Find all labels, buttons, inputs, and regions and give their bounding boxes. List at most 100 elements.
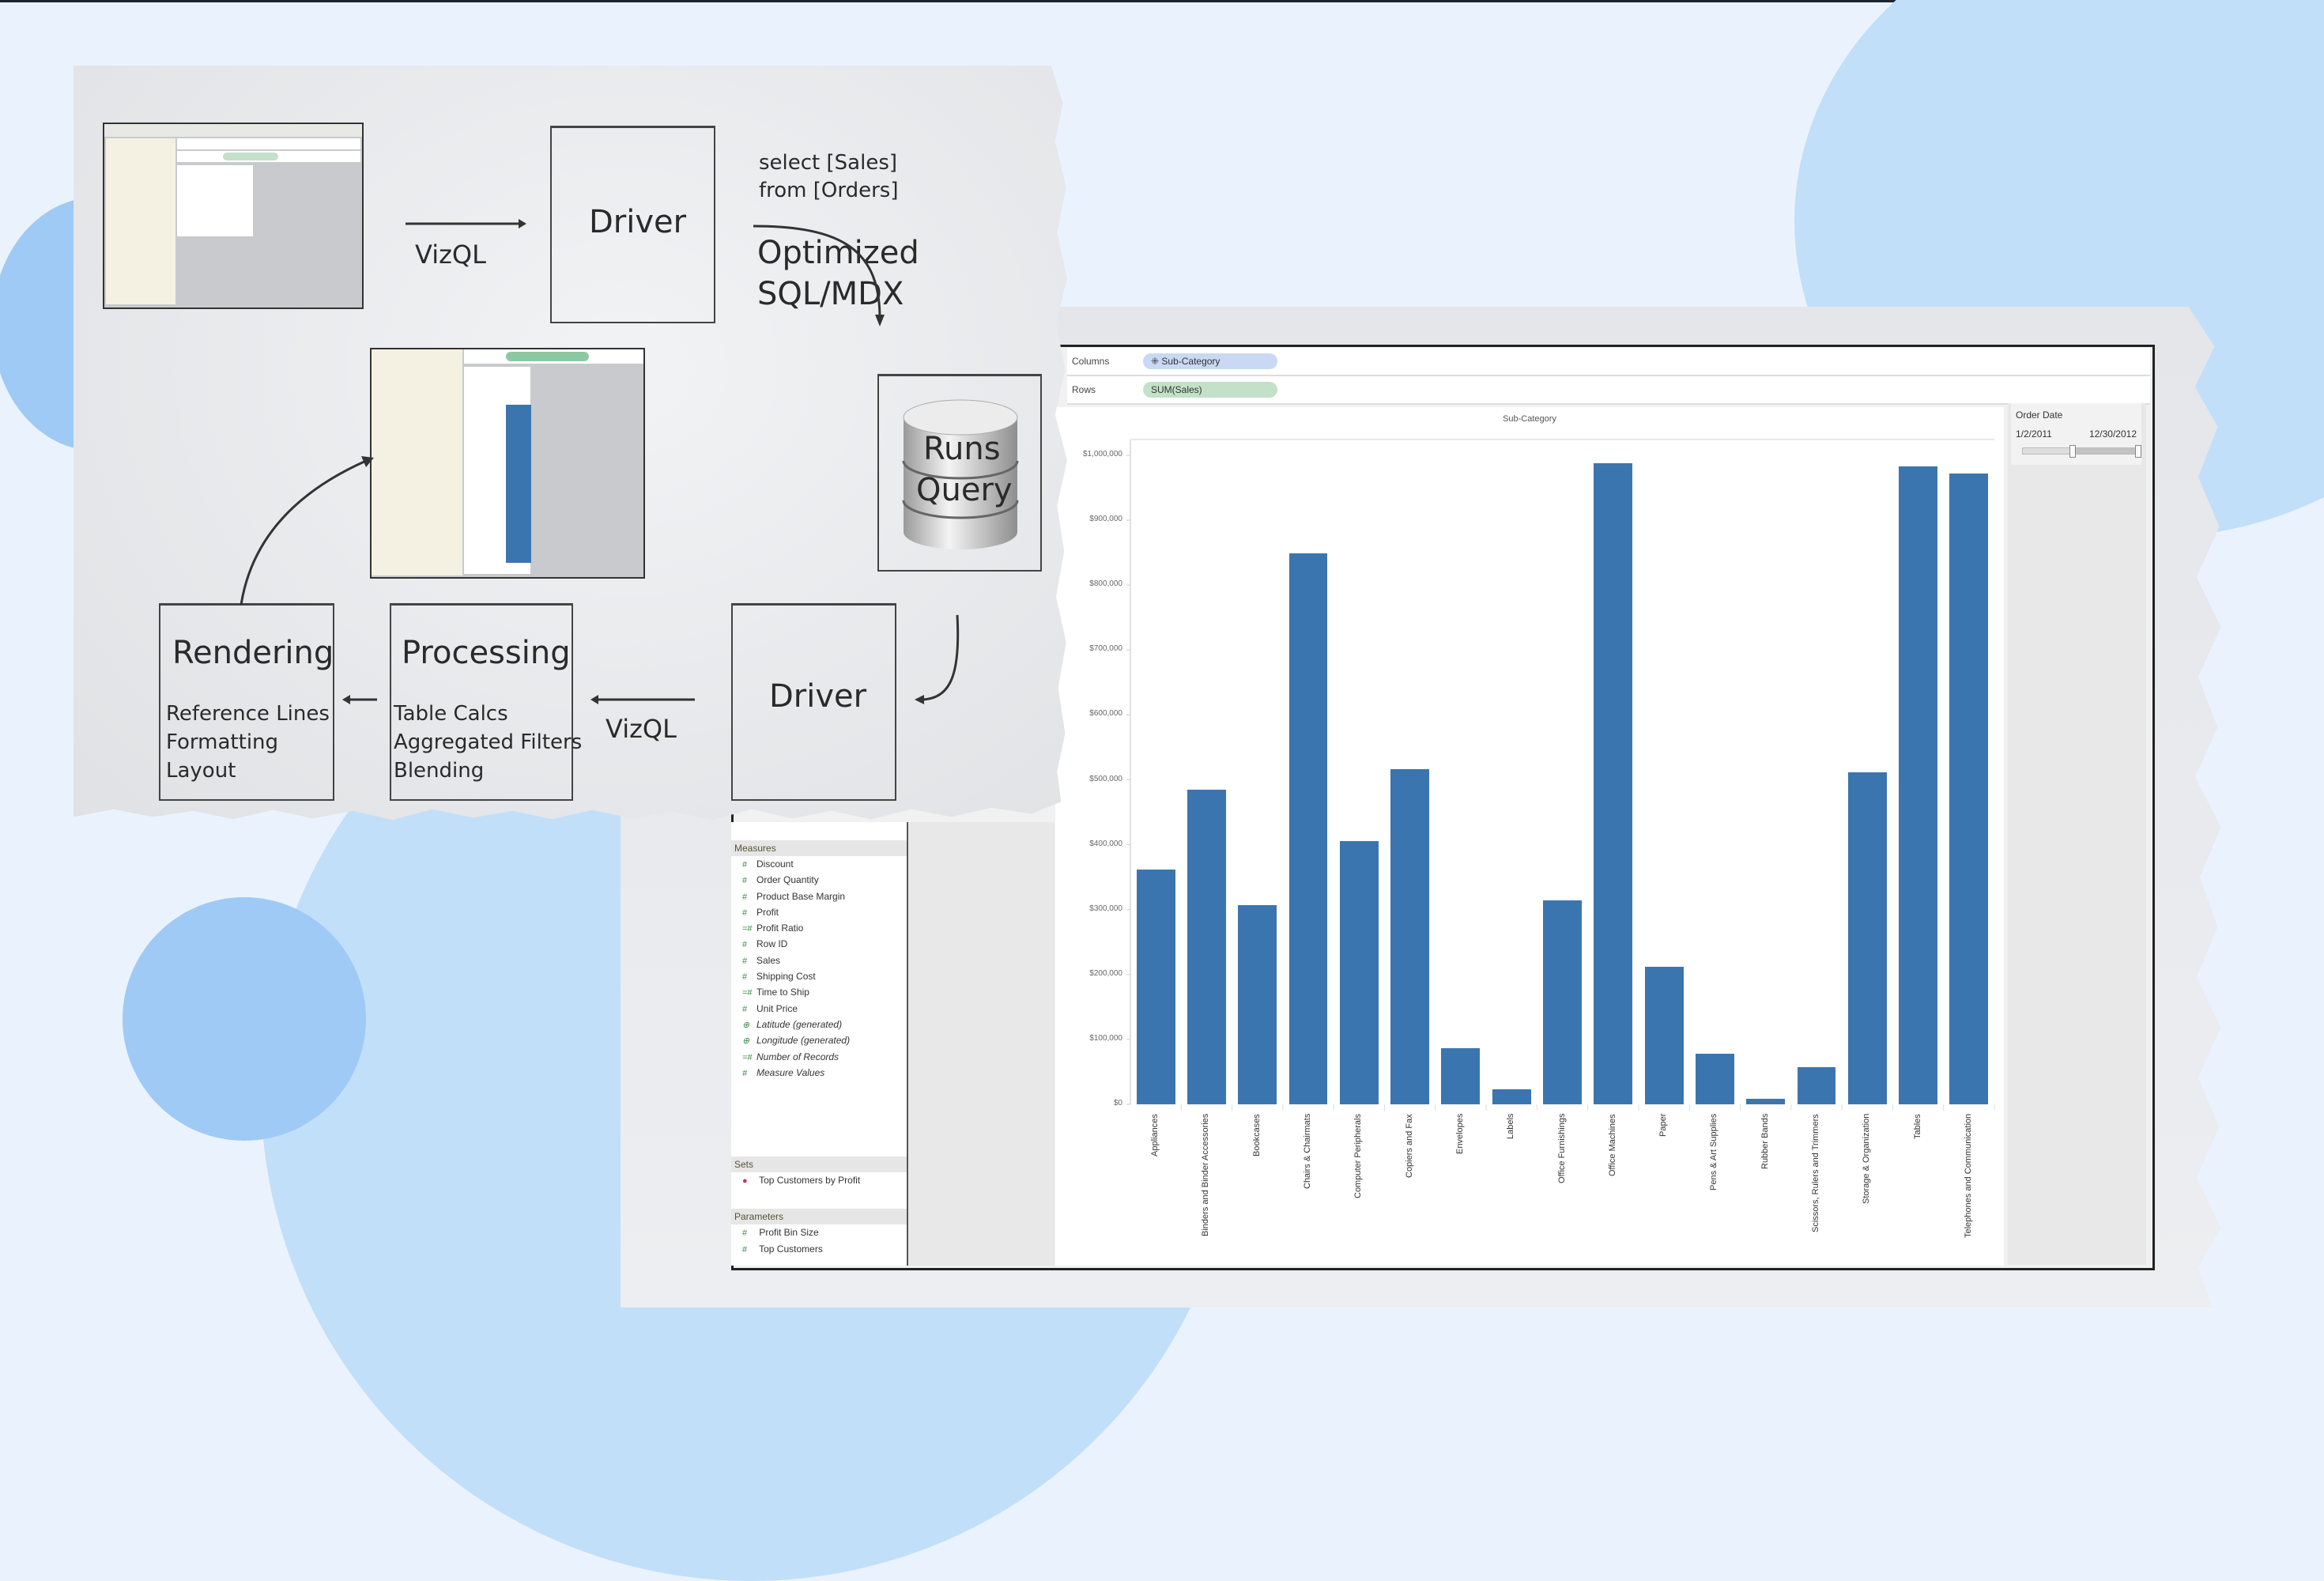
bar[interactable]	[1187, 789, 1226, 1104]
filter-pane: Order Date 1/2/2011 12/30/2012	[2008, 403, 2146, 1265]
bar[interactable]	[1847, 772, 1887, 1104]
rows-shelf[interactable]: Rows SUM(Sales)	[1067, 376, 2150, 405]
bar[interactable]	[1339, 840, 1379, 1104]
bar[interactable]	[1492, 1089, 1531, 1104]
parameter-item[interactable]: # Profit Bin Size	[731, 1224, 907, 1240]
date-range-slider[interactable]	[2022, 445, 2141, 458]
bar-chart: Sub-Category $0 $100,000 $200,000 $300,000 $…	[1055, 407, 2004, 1266]
arrow-right-icon	[406, 219, 526, 228]
db-label-2: Query	[916, 472, 1013, 508]
measure-item[interactable]: # Measure Values	[731, 1065, 907, 1081]
x-tick-label: Office Machines	[1607, 1114, 1617, 1176]
measures-list: # Discount # Order Quantity # Product Base Ma…	[731, 856, 907, 1081]
calculated-number-icon: =#	[742, 924, 753, 934]
measure-item[interactable]: # Shipping Cost	[731, 968, 907, 984]
measure-item[interactable]: =# Profit Ratio	[731, 920, 907, 936]
measure-label: Longitude (generated)	[756, 1035, 851, 1047]
slider-range-fill	[2072, 448, 2140, 454]
bar[interactable]	[1288, 553, 1328, 1104]
number-icon: #	[742, 1244, 748, 1255]
measure-item[interactable]: =# Number of Records	[731, 1049, 907, 1065]
arrow-left-icon	[590, 695, 695, 704]
calculated-number-icon: =#	[742, 988, 753, 998]
bar[interactable]	[1594, 462, 1633, 1104]
measure-item[interactable]: # Sales	[731, 953, 907, 968]
bar[interactable]	[1797, 1067, 1836, 1104]
measure-label: Sales	[756, 954, 781, 966]
bar[interactable]	[1136, 869, 1175, 1104]
bar[interactable]	[1543, 900, 1582, 1104]
globe-icon: ⊕	[742, 1020, 750, 1030]
rows-label: Rows	[1072, 384, 1096, 395]
processing-title: Processing	[402, 635, 571, 671]
curved-arrow-down-icon	[753, 225, 885, 326]
measure-label: Measure Values	[756, 1066, 825, 1078]
x-tick-label: Tables	[1912, 1114, 1922, 1139]
columns-shelf[interactable]: Columns ⁜ Sub-Category	[1067, 348, 2150, 376]
measure-item[interactable]: # Unit Price	[731, 1001, 907, 1017]
x-tick-label: Bookcases	[1251, 1114, 1262, 1157]
measure-item[interactable]: =# Time to Ship	[731, 984, 907, 1000]
bar[interactable]	[1949, 473, 1989, 1104]
measure-item[interactable]: # Profit	[731, 904, 907, 920]
rendering-item: Formatting	[166, 730, 279, 754]
columns-label: Columns	[1072, 356, 1110, 367]
slider-end-handle[interactable]	[2135, 445, 2141, 458]
set-item[interactable]: ● Top Customers by Profit	[731, 1172, 907, 1188]
measure-item[interactable]: # Order Quantity	[731, 872, 907, 888]
number-icon: #	[742, 876, 748, 886]
parameters-header: Parameters	[731, 1209, 907, 1225]
tableau-thumbnail-empty	[103, 123, 364, 309]
measure-item[interactable]: # Product Base Margin	[731, 889, 907, 904]
data-pane: Measures # Discount # Order Quantity # Produc…	[731, 822, 908, 1266]
measure-label: Discount	[756, 858, 794, 870]
y-tick-label: $400,000	[1089, 839, 1122, 848]
number-icon: #	[742, 892, 748, 902]
x-tick-label: Paper	[1658, 1113, 1669, 1137]
parameter-item[interactable]: # Top Customers	[731, 1241, 907, 1257]
vizql-label-bottom: VizQL	[606, 714, 677, 744]
number-icon: #	[742, 1228, 748, 1239]
measure-item[interactable]: # Row ID	[731, 936, 907, 952]
measure-item[interactable]: ⊕ Longitude (generated)	[731, 1032, 907, 1048]
rendering-item: Reference Lines	[166, 702, 330, 726]
curved-arrow-up-icon	[240, 456, 374, 606]
number-icon: #	[742, 956, 748, 966]
measure-label: Number of Records	[756, 1051, 839, 1062]
number-icon: #	[742, 907, 748, 918]
rendering-title: Rendering	[172, 635, 334, 671]
bar[interactable]	[1441, 1047, 1481, 1104]
filter-from-date: 1/2/2011	[2016, 428, 2052, 440]
bar[interactable]	[1644, 966, 1684, 1104]
x-tick-label: Computer Peripherals	[1353, 1114, 1364, 1198]
bar[interactable]	[1746, 1099, 1786, 1104]
order-date-filter[interactable]: Order Date 1/2/2011 12/30/2012	[2011, 403, 2141, 465]
sum-sales-pill[interactable]: SUM(Sales)	[1143, 382, 1277, 398]
parameter-label: Profit Bin Size	[759, 1227, 819, 1239]
x-tick-label: Office Furnishings	[1556, 1113, 1567, 1183]
slider-start-handle[interactable]	[2069, 445, 2077, 458]
db-label-1: Runs	[923, 431, 1001, 467]
vizql-process-diagram: Driver VizQL select [Sales] from [Orders…	[74, 66, 1067, 821]
bar[interactable]	[1238, 904, 1277, 1104]
processing-item: Blending	[394, 759, 485, 783]
tableau-thumbnail-bar	[370, 348, 645, 579]
bar[interactable]	[1899, 466, 1937, 1104]
x-tick-label: Telephones and Communication	[1963, 1113, 1973, 1238]
y-tick-label: $600,000	[1089, 709, 1122, 719]
measure-label: Shipping Cost	[756, 971, 816, 983]
x-tick-label: Envelopes	[1454, 1113, 1465, 1154]
x-tick-label: Binders and Binder Accessories	[1201, 1113, 1211, 1236]
bar[interactable]	[1695, 1053, 1734, 1104]
vizql-label-top: VizQL	[415, 240, 486, 270]
measures-header: Measures	[731, 840, 907, 856]
measure-label: Row ID	[756, 938, 788, 950]
arrow-left-icon	[342, 695, 377, 704]
measure-item[interactable]: ⊕ Latitude (generated)	[731, 1017, 907, 1032]
bar[interactable]	[1390, 768, 1430, 1104]
measure-label: Profit Ratio	[756, 923, 804, 934]
decor-circle	[123, 897, 366, 1141]
driver-label-top: Driver	[589, 204, 687, 240]
sub-category-pill[interactable]: ⁜ Sub-Category	[1143, 353, 1277, 369]
measure-item[interactable]: # Discount	[731, 856, 907, 872]
